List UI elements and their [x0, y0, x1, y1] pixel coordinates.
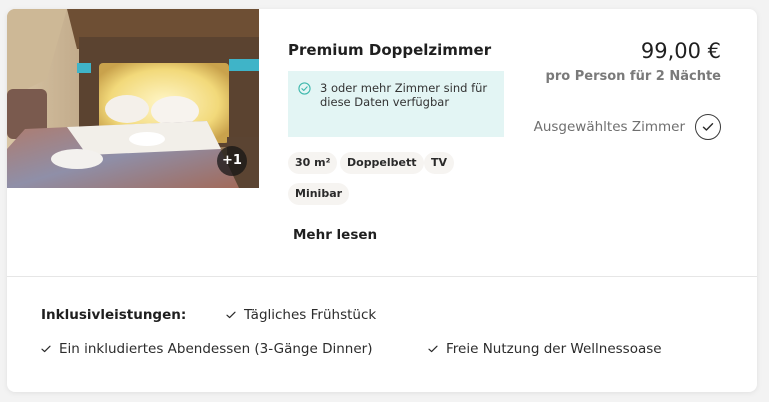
more-photos-badge[interactable]: +1: [217, 146, 247, 176]
check-icon: [41, 345, 51, 353]
room-price: 99,00 €: [640, 39, 721, 63]
selected-room-checkbox[interactable]: [695, 114, 721, 140]
inclusion-item-label: Ein inkludiertes Abendessen (3-Gänge Din…: [59, 341, 373, 357]
check-icon: [226, 311, 236, 319]
section-divider: [7, 276, 757, 277]
room-card: +1 Premium Doppelzimmer 3 oder mehr Zimm…: [7, 9, 757, 392]
read-more-link[interactable]: Mehr lesen: [293, 227, 377, 243]
price-note: pro Person für 2 Nächte: [545, 69, 721, 84]
selected-room-toggle[interactable]: Ausgewähltes Zimmer: [534, 113, 721, 141]
check-circle-icon: [298, 82, 311, 95]
inclusion-item-dinner: Ein inkludiertes Abendessen (3-Gänge Din…: [41, 341, 372, 357]
room-title: Premium Doppelzimmer: [288, 41, 492, 59]
feature-tag-size: 30 m²: [288, 152, 338, 174]
feature-tag-minibar: Minibar: [288, 183, 350, 205]
selected-room-label: Ausgewähltes Zimmer: [533, 119, 685, 135]
check-icon: [702, 123, 714, 131]
availability-text: 3 oder mehr Zimmer sind für diese Daten …: [320, 81, 488, 109]
inclusions-title: Inklusivleistungen:: [41, 307, 187, 323]
inclusion-item-label: Tägliches Frühstück: [244, 307, 377, 323]
feature-tag-bed: Doppelbett: [340, 152, 424, 174]
inclusion-item-breakfast: Tägliches Frühstück: [226, 307, 376, 323]
check-icon: [428, 345, 438, 353]
inclusion-item-label: Freie Nutzung der Wellnessoase: [446, 341, 662, 357]
feature-tag-tv: TV: [424, 152, 455, 174]
room-photo[interactable]: +1: [7, 9, 259, 188]
availability-notice: 3 oder mehr Zimmer sind für diese Daten …: [288, 71, 504, 137]
inclusion-item-wellness: Freie Nutzung der Wellnessoase: [428, 341, 662, 357]
